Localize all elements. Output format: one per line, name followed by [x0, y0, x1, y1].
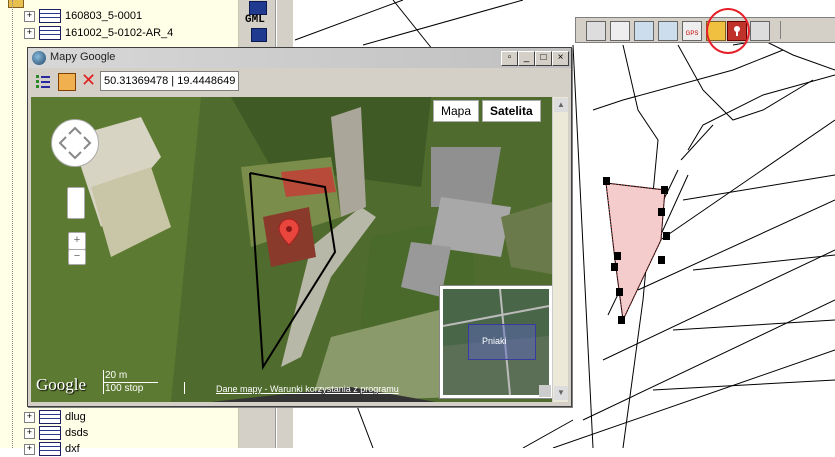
copy-icon[interactable]	[610, 21, 630, 41]
table-icon	[39, 426, 61, 440]
expand-icon[interactable]: +	[24, 427, 35, 439]
expand-icon[interactable]: +	[24, 10, 35, 22]
google-logo: Google	[36, 375, 87, 394]
save-icon[interactable]	[249, 1, 267, 15]
expand-icon[interactable]: +	[24, 27, 35, 39]
folder-icon	[8, 0, 24, 8]
coordinates-field[interactable]: 50.31369478 | 19.4448649	[100, 71, 240, 91]
tree-item[interactable]: + dlug	[24, 409, 86, 425]
scale-bar: 20 m 100 stop	[103, 370, 185, 398]
globe-icon	[32, 51, 46, 65]
street-view-icon[interactable]	[67, 187, 85, 219]
gml-button[interactable]: GML	[245, 14, 265, 26]
expand-icon[interactable]: +	[24, 443, 35, 455]
tree-item-label: dxf	[65, 443, 80, 455]
google-maps-window: Mapy Google ▫ _ □ × ✕ 50.31369478 | 19.4…	[27, 47, 572, 407]
window-title: Mapy Google	[50, 51, 116, 63]
map-type-option[interactable]: Mapa	[433, 100, 480, 122]
minimize-button[interactable]: _	[518, 51, 535, 66]
satellite-map[interactable]: Mapa Satelita + − Pniaki Google 20 m 100…	[31, 97, 568, 402]
table-icon	[39, 26, 61, 40]
save-icon[interactable]	[251, 28, 267, 42]
map-type-option-selected[interactable]: Satelita	[482, 100, 541, 122]
tree-line	[12, 0, 14, 448]
tree-item[interactable]: + dsds	[24, 425, 88, 441]
table-icon	[39, 442, 61, 456]
tree-item[interactable]: + dxf	[24, 441, 80, 457]
table-icon	[39, 410, 61, 424]
zoom-out-button[interactable]: −	[68, 249, 86, 265]
tree-item[interactable]: + 161002_5-0102-AR_4	[24, 25, 173, 41]
map-toolbar: GPS	[575, 17, 835, 43]
tree-item-label: dsds	[65, 427, 89, 439]
close-button[interactable]: ×	[552, 51, 569, 66]
overview-map[interactable]: Pniaki	[439, 285, 553, 399]
scale-metric: 20 m	[105, 370, 128, 381]
restore-icon[interactable]: ▫	[501, 51, 518, 66]
locate-icon[interactable]	[58, 73, 76, 91]
tree-item-label: 160803_5-0001	[65, 10, 143, 22]
map-attribution-link[interactable]: Dane mapy - Warunki korzystania z progra…	[216, 384, 399, 394]
expand-icon[interactable]: +	[24, 411, 35, 423]
tree-item-label: 161002_5-0102-AR_4	[65, 27, 174, 39]
overview-label: Pniaki	[482, 336, 507, 346]
grid-icon[interactable]	[780, 21, 811, 39]
tree-item[interactable]: + 160803_5-0001	[24, 8, 142, 24]
window-toolbar: ✕ 50.31369478 | 19.4448649	[28, 68, 571, 94]
collapse-icon[interactable]	[539, 385, 551, 397]
map-scrollbar[interactable]: ▲ ▼	[552, 97, 568, 402]
window-titlebar[interactable]: Mapy Google ▫ _ □ ×	[28, 48, 571, 68]
tree-item-label: dlug	[65, 411, 86, 423]
gps-icon[interactable]: GPS	[682, 21, 702, 41]
table-icon	[39, 9, 61, 23]
list-icon[interactable]	[35, 73, 51, 89]
maximize-button[interactable]: □	[535, 51, 552, 66]
export-icon[interactable]	[658, 21, 678, 41]
highlight-circle	[706, 8, 750, 54]
zoom-in-button[interactable]: +	[68, 232, 86, 250]
scroll-down-icon[interactable]: ▼	[554, 386, 568, 400]
scroll-up-icon[interactable]: ▲	[554, 98, 568, 112]
pin-tool-icon[interactable]	[750, 21, 770, 41]
pan-control[interactable]	[51, 119, 99, 167]
delete-icon[interactable]: ✕	[81, 71, 96, 89]
scale-imperial: 100 stop	[105, 383, 144, 394]
import-icon[interactable]	[634, 21, 654, 41]
clipboard-icon[interactable]	[586, 21, 606, 41]
